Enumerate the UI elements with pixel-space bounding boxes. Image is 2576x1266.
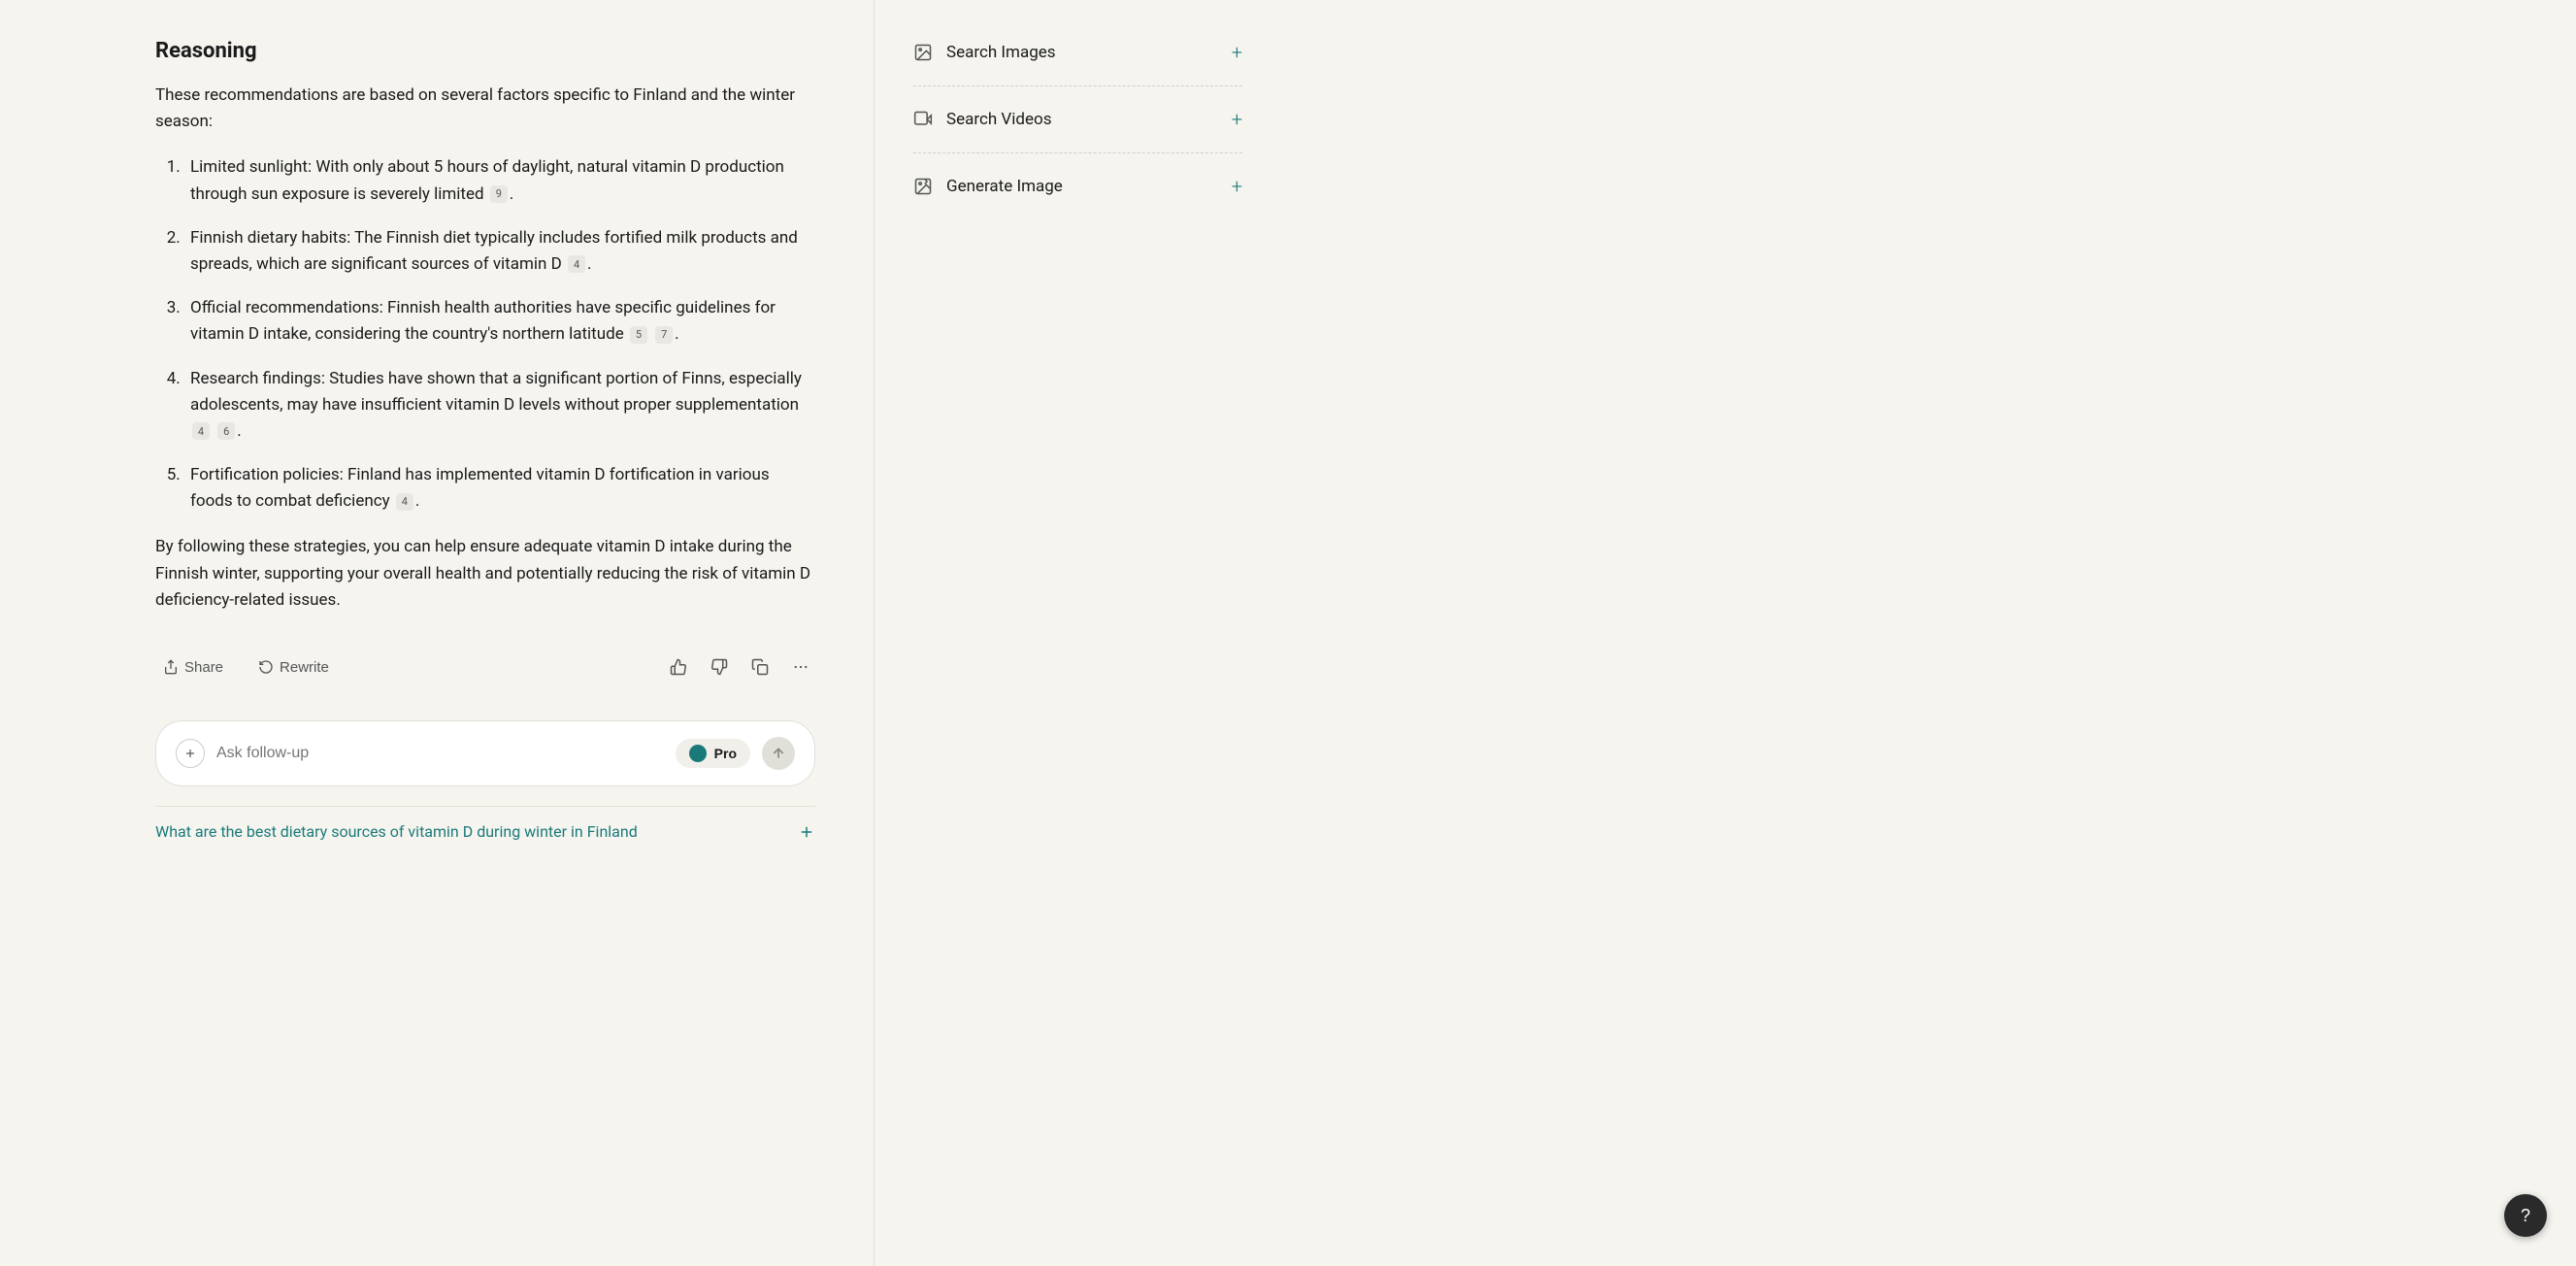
follow-up-container: Pro [155, 720, 815, 786]
list-item: Official recommendations: Finnish health… [184, 295, 815, 348]
reasoning-list: Limited sunlight: With only about 5 hour… [155, 154, 815, 515]
follow-up-input[interactable] [216, 745, 664, 762]
citation-badge[interactable]: 5 [630, 326, 647, 344]
sidebar-item-left: Search Images [913, 43, 1056, 62]
sidebar-item-left: Search Videos [913, 110, 1051, 129]
action-bar-right [664, 652, 815, 682]
reasoning-intro: These recommendations are based on sever… [155, 83, 815, 135]
help-label: ? [2521, 1206, 2530, 1226]
sidebar-plus-icon: + [1232, 175, 1242, 198]
action-bar-left: Share Rewrite [155, 655, 337, 680]
share-button[interactable]: Share [155, 655, 231, 680]
plus-icon [183, 747, 197, 760]
sidebar-plus-icon: + [1232, 41, 1242, 64]
rewrite-button[interactable]: Rewrite [250, 655, 337, 680]
citation-badge[interactable]: 6 [217, 422, 235, 440]
sidebar-item-left: Generate Image [913, 177, 1063, 196]
more-options-button[interactable] [786, 652, 815, 682]
video-icon [913, 110, 933, 129]
list-item-text: Fortification policies: Finland has impl… [190, 465, 770, 511]
submit-button[interactable] [762, 737, 795, 770]
pro-toggle[interactable]: Pro [676, 739, 750, 768]
sidebar-item-label: Search Images [946, 43, 1056, 62]
sidebar-item-label: Generate Image [946, 177, 1063, 196]
copy-icon [751, 658, 769, 676]
reasoning-title: Reasoning [155, 39, 815, 63]
list-item: Fortification policies: Finland has impl… [184, 462, 815, 515]
rewrite-icon [258, 659, 274, 675]
citation-badge[interactable]: 4 [192, 422, 210, 440]
citation-badge[interactable]: 9 [490, 185, 508, 203]
copy-button[interactable] [745, 652, 775, 682]
share-icon [163, 659, 179, 675]
sidebar-item-search-videos[interactable]: Search Videos + [913, 86, 1242, 153]
sidebar-item-generate-image[interactable]: Generate Image + [913, 153, 1242, 219]
citation-badge[interactable]: 4 [396, 493, 413, 511]
list-item-text: Research findings: Studies have shown th… [190, 369, 802, 415]
citation-badge[interactable]: 4 [568, 255, 585, 273]
sidebar-plus-icon: + [1232, 108, 1242, 131]
thumbs-up-icon [670, 658, 687, 676]
main-content: Reasoning These recommendations are base… [0, 0, 874, 1266]
pro-label: Pro [714, 746, 737, 761]
page-container: Reasoning These recommendations are base… [0, 0, 2576, 1266]
citation-badge[interactable]: 7 [655, 326, 673, 344]
thumbs-up-button[interactable] [664, 652, 693, 682]
list-item-text: Official recommendations: Finnish health… [190, 298, 776, 344]
thumbs-down-icon [710, 658, 728, 676]
sidebar-item-search-images[interactable]: Search Images + [913, 19, 1242, 86]
list-item-text: Finnish dietary habits: The Finnish diet… [190, 228, 798, 274]
action-bar: Share Rewrite [155, 643, 815, 691]
right-sidebar: Search Images + Search Videos + [874, 0, 1281, 1266]
more-icon [792, 658, 809, 676]
list-item: Limited sunlight: With only about 5 hour… [184, 154, 815, 207]
image-icon [913, 43, 933, 62]
related-question-text: What are the best dietary sources of vit… [155, 822, 638, 841]
reasoning-conclusion: By following these strategies, you can h… [155, 534, 815, 614]
toggle-dot [689, 745, 707, 762]
related-question[interactable]: What are the best dietary sources of vit… [155, 806, 815, 856]
thumbs-down-button[interactable] [705, 652, 734, 682]
sidebar-item-label: Search Videos [946, 110, 1051, 129]
list-item-text: Limited sunlight: With only about 5 hour… [190, 157, 784, 203]
plus-icon [798, 823, 815, 841]
list-item: Research findings: Studies have shown th… [184, 366, 815, 446]
arrow-up-icon [771, 746, 786, 761]
generate-icon [913, 177, 933, 196]
follow-up-add-button[interactable] [176, 739, 205, 768]
list-item: Finnish dietary habits: The Finnish diet… [184, 225, 815, 278]
help-button[interactable]: ? [2504, 1194, 2547, 1237]
